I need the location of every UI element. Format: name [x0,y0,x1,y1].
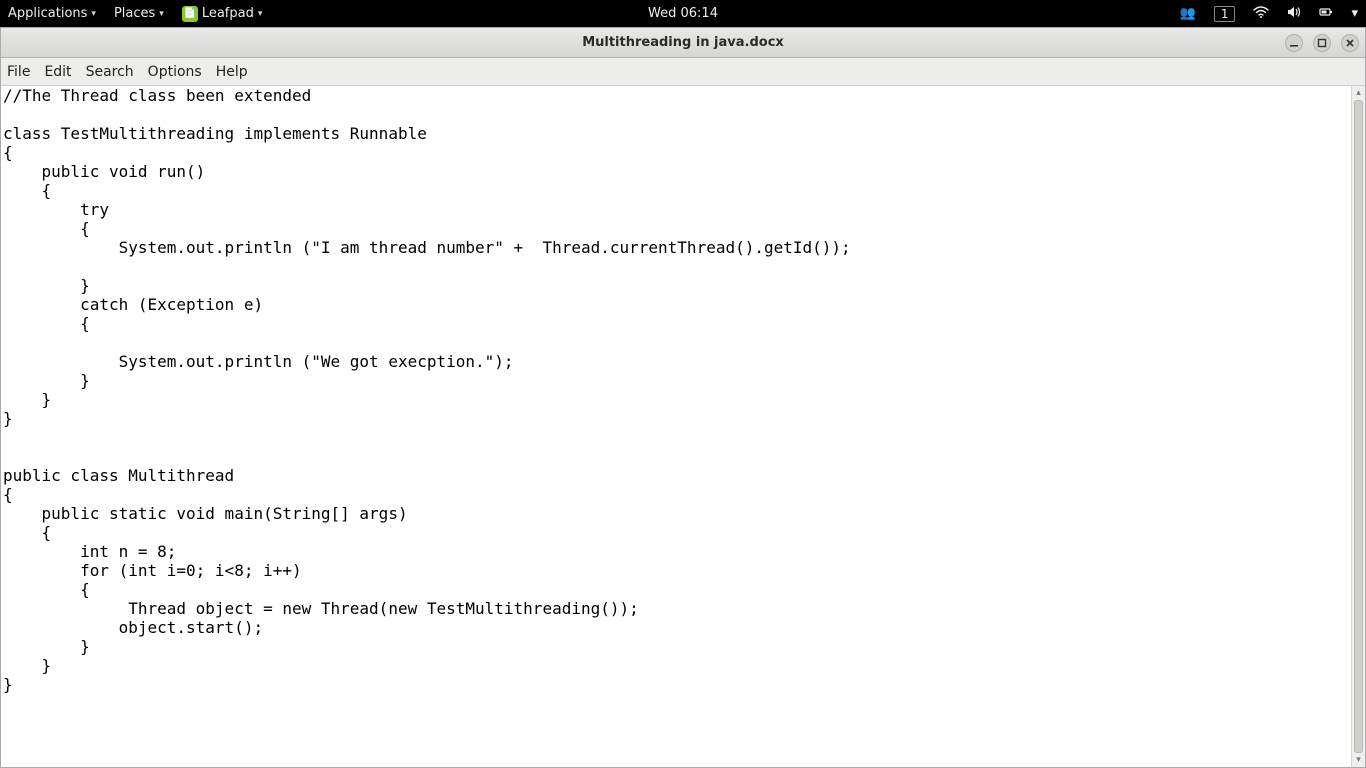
menu-edit[interactable]: Edit [44,64,71,80]
close-button[interactable] [1341,34,1359,52]
workspace-number: 1 [1221,7,1229,21]
caret-down-icon: ▾ [258,9,263,19]
menu-options[interactable]: Options [148,64,202,80]
battery-icon[interactable] [1319,6,1333,22]
active-app-menu[interactable]: 📄 Leafpad ▾ [182,6,263,22]
window-titlebar[interactable]: Multithreading in java.docx [1,28,1365,58]
gnome-top-panel: Applications ▾ Places ▾ 📄 Leafpad ▾ Wed … [0,0,1366,27]
clock-label: Wed 06:14 [648,6,718,21]
text-editor[interactable]: //The Thread class been extended class T… [1,86,1351,767]
leafpad-icon: 📄 [182,6,198,22]
menu-help[interactable]: Help [216,64,248,80]
clock[interactable]: Wed 06:14 [648,6,718,21]
menu-file[interactable]: File [7,64,30,80]
maximize-icon [1317,38,1327,48]
scrollbar-thumb[interactable] [1354,100,1363,753]
applications-menu[interactable]: Applications ▾ [8,6,96,21]
scroll-up-arrow-icon[interactable]: ▴ [1352,86,1365,100]
maximize-button[interactable] [1313,34,1331,52]
network-icon[interactable] [1253,6,1269,22]
caret-down-icon: ▾ [159,9,164,19]
applications-label: Applications [8,6,87,21]
workspace-indicator[interactable]: 1 [1214,6,1236,22]
caret-down-icon: ▾ [91,9,96,19]
editor-area: //The Thread class been extended class T… [1,86,1365,767]
system-menu-caret-icon[interactable]: ▾ [1351,6,1358,21]
places-menu[interactable]: Places ▾ [114,6,164,21]
window-title: Multithreading in java.docx [582,35,784,50]
menubar: File Edit Search Options Help [1,58,1365,86]
editor-window: Multithreading in java.docx File Edit Se… [0,27,1366,768]
vertical-scrollbar[interactable]: ▴ ▾ [1351,86,1365,767]
active-app-label: Leafpad [202,6,254,21]
scroll-down-arrow-icon[interactable]: ▾ [1352,753,1365,767]
minimize-icon [1289,38,1299,48]
close-icon [1345,38,1355,48]
accessibility-icon[interactable]: 👥 [1180,6,1196,21]
places-label: Places [114,6,155,21]
window-controls [1285,34,1359,52]
minimize-button[interactable] [1285,34,1303,52]
menu-search[interactable]: Search [86,64,134,80]
volume-icon[interactable] [1287,6,1301,22]
